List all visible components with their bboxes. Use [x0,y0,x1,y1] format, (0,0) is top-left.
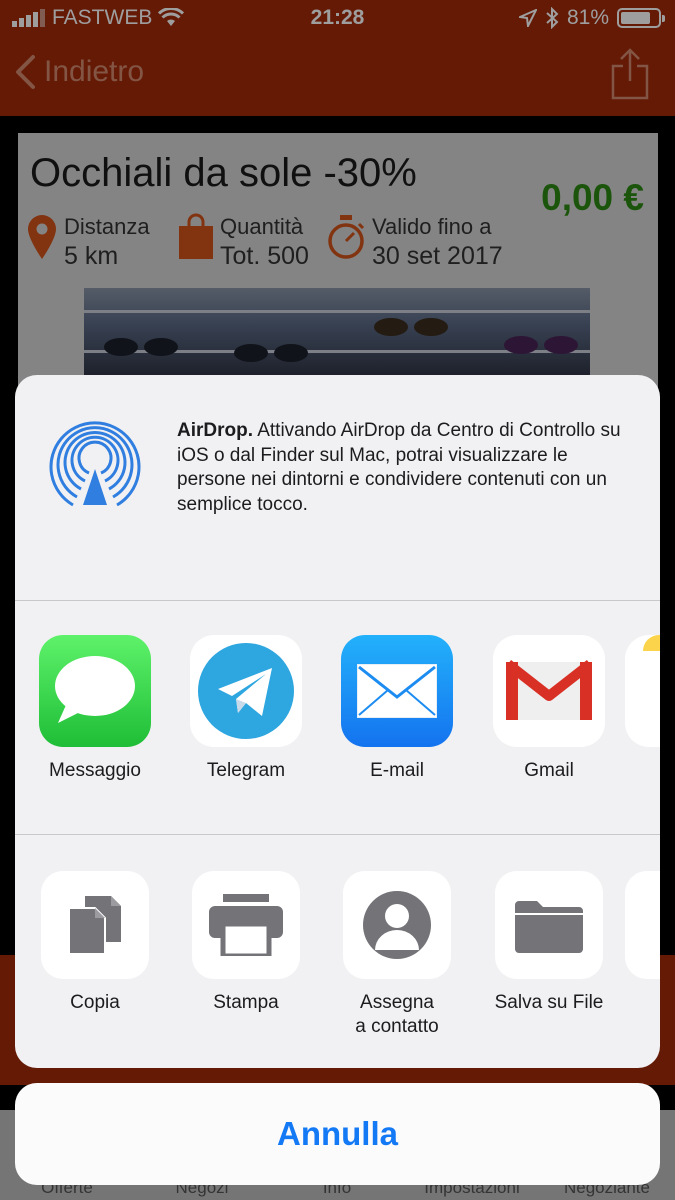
action-copy[interactable]: Copia [20,871,170,1015]
action-print[interactable]: Stampa [171,871,321,1015]
action-label: Stampa [213,992,279,1013]
share-apps-row: Messaggio Telegram E-mail Gmail [15,601,660,831]
airdrop-section: AirDrop. Attivando AirDrop da Centro di … [15,375,660,600]
share-actions-row: Copia Stampa Assegna a contatto Salva su… [15,835,660,1065]
print-icon [192,871,300,979]
cancel-label: Annulla [277,1115,398,1152]
gmail-icon [493,635,605,747]
action-more-partial[interactable] [625,871,660,979]
notes-header [643,635,660,651]
app-label: Messaggio [49,760,141,781]
airdrop-icon [49,421,141,507]
share-app-gmail[interactable]: Gmail [474,635,624,783]
contact-icon [343,871,451,979]
action-label: Salva su File [494,992,604,1013]
share-sheet: AirDrop. Attivando AirDrop da Centro di … [15,375,660,1068]
app-label: Telegram [206,760,286,781]
share-app-telegram[interactable]: Telegram [171,635,321,783]
app-label: E-mail [370,760,424,781]
app-label: Gmail [524,760,574,781]
action-assign-contact[interactable]: Assegna a contatto [322,871,472,1039]
mail-icon [341,635,453,747]
share-app-notes-partial[interactable] [625,635,660,747]
action-save-to-files[interactable]: Salva su File [474,871,624,1015]
action-label: Assegna a contatto [355,992,439,1037]
telegram-icon [190,635,302,747]
folder-icon [495,871,603,979]
action-label: Copia [70,992,120,1013]
notes-icon [625,635,660,747]
airdrop-title: AirDrop. [177,420,253,441]
messages-icon [39,635,151,747]
copy-icon [41,871,149,979]
airdrop-description: AirDrop. Attivando AirDrop da Centro di … [177,419,637,517]
share-app-mail[interactable]: E-mail [322,635,472,783]
cancel-button[interactable]: Annulla [15,1083,660,1185]
share-app-messages[interactable]: Messaggio [20,635,170,783]
more-action-icon [625,871,660,979]
